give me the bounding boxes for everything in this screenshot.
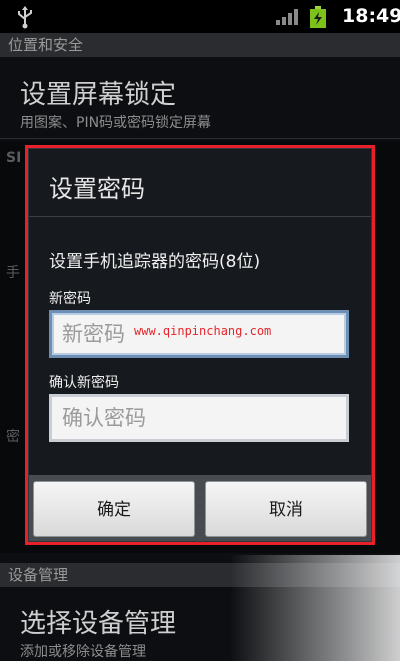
screen-lock-title[interactable]: 设置屏幕锁定 (20, 74, 176, 111)
screen-glare (230, 555, 400, 661)
usb-icon (18, 6, 32, 29)
signal-icon (276, 9, 298, 25)
device-admin-title[interactable]: 选择设备管理 (20, 603, 176, 640)
red-highlight-frame (25, 145, 375, 545)
watermark-text: www.qinpinchang.com (134, 324, 272, 338)
section-header-security: 位置和安全 (0, 33, 400, 57)
device-admin-subtitle: 添加或移除设备管理 (20, 644, 146, 660)
status-bar: 18:49 (0, 0, 400, 33)
list-divider (0, 138, 400, 139)
screen-lock-subtitle: 用图案、PIN码或密码锁定屏幕 (20, 115, 212, 131)
status-time: 18:49 (342, 5, 400, 27)
battery-charging-icon (310, 6, 326, 28)
